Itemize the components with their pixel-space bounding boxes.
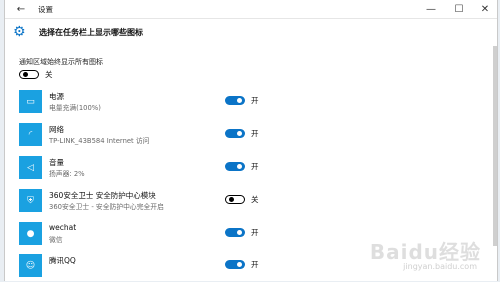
wechat-icon-glyph: ● xyxy=(26,228,35,239)
item-toggle[interactable] xyxy=(225,195,245,204)
item-name: 网络 xyxy=(49,125,64,134)
back-button[interactable]: ← xyxy=(9,0,33,18)
minimize-button[interactable]: — xyxy=(419,0,443,18)
toggle-knob xyxy=(237,131,242,136)
always-show-toggle-row[interactable]: 关 xyxy=(19,69,53,80)
close-icon: ✕ xyxy=(480,3,490,15)
item-toggle-row[interactable]: 开 xyxy=(225,259,259,270)
item-toggle[interactable] xyxy=(225,228,245,237)
always-show-toggle[interactable] xyxy=(19,70,39,79)
item-toggle[interactable] xyxy=(225,96,245,105)
item-name: 腾讯QQ xyxy=(49,256,76,265)
list-item: ◁ 音量扬声器: 2% 开 xyxy=(19,156,489,184)
gear-icon: ⚙ xyxy=(13,24,26,40)
item-subtitle: 电量充满(100%) xyxy=(49,104,101,112)
battery-icon: ▭ xyxy=(19,90,42,113)
toggle-knob xyxy=(23,72,28,77)
item-subtitle: 360安全卫士 - 安全防护中心完全开启 xyxy=(49,203,164,211)
item-toggle-row[interactable]: 关 xyxy=(225,194,259,205)
item-toggle-row[interactable]: 开 xyxy=(225,227,259,238)
close-button[interactable]: ✕ xyxy=(473,0,497,18)
always-show-state: 关 xyxy=(45,70,53,79)
scrollbar[interactable] xyxy=(493,46,497,246)
settings-window: ← 设置 — ☐ ✕ ⚙ 选择在任务栏上显示哪些图标 通知区域始终显示所有图标 … xyxy=(4,0,498,281)
watermark-logo: Baidu经验 xyxy=(369,240,481,264)
item-state-label: 开 xyxy=(251,129,259,138)
shield-360-icon-glyph: ⛨ xyxy=(27,195,34,206)
qq-icon: ☺ xyxy=(19,254,42,277)
item-toggle[interactable] xyxy=(225,129,245,138)
toggle-knob xyxy=(237,164,242,169)
page-title: 选择在任务栏上显示哪些图标 xyxy=(39,28,143,37)
qq-icon-glyph: ☺ xyxy=(25,260,36,271)
list-item: ▭ 电源电量充满(100%) 开 xyxy=(19,90,489,118)
item-state-label: 开 xyxy=(251,260,259,269)
page-header: ⚙ 选择在任务栏上显示哪些图标 xyxy=(5,18,497,46)
shield-360-icon: ⛨ xyxy=(19,189,42,212)
speaker-icon-glyph: ◁ xyxy=(27,162,34,173)
item-state-label: 开 xyxy=(251,96,259,105)
list-item: ◜ 网络 TP-LINK_43B584 Internet 访问 开 xyxy=(19,123,489,151)
item-toggle[interactable] xyxy=(225,162,245,171)
item-name: 音量 xyxy=(49,158,64,167)
title-bar: ← 设置 — ☐ ✕ xyxy=(5,0,497,19)
item-toggle-row[interactable]: 开 xyxy=(225,161,259,172)
wifi-icon: ◜ xyxy=(19,123,42,146)
item-state-label: 开 xyxy=(251,228,259,237)
window-title: 设置 xyxy=(38,5,53,14)
item-toggle[interactable] xyxy=(225,260,245,269)
item-name: 电源 xyxy=(49,92,64,101)
wechat-icon: ● xyxy=(19,222,42,245)
list-item: ⛨ 360安全卫士 安全防护中心模块 360安全卫士 - 安全防护中心完全开启 关 xyxy=(19,189,489,217)
item-toggle-row[interactable]: 开 xyxy=(225,95,259,106)
item-state-label: 关 xyxy=(251,195,259,204)
item-name: wechat xyxy=(49,223,77,232)
item-name: 360安全卫士 安全防护中心模块 xyxy=(49,191,156,200)
item-subtitle: 微信 xyxy=(49,236,63,244)
toggle-knob xyxy=(237,262,242,267)
watermark-url: jingyan.baidu.com xyxy=(403,262,477,271)
speaker-icon: ◁ xyxy=(19,156,42,179)
battery-icon-glyph: ▭ xyxy=(26,96,35,107)
item-toggle-row[interactable]: 开 xyxy=(225,128,259,139)
back-arrow-icon: ← xyxy=(16,3,26,15)
toggle-knob xyxy=(237,230,242,235)
maximize-icon: ☐ xyxy=(454,3,464,15)
item-subtitle: TP-LINK_43B584 Internet 访问 xyxy=(49,137,150,145)
toggle-knob xyxy=(229,197,234,202)
minimize-icon: — xyxy=(426,3,436,15)
wifi-icon-glyph: ◜ xyxy=(28,129,33,140)
item-subtitle: 扬声器: 2% xyxy=(49,170,85,178)
maximize-button[interactable]: ☐ xyxy=(447,0,471,18)
item-state-label: 开 xyxy=(251,162,259,171)
always-show-label: 通知区域始终显示所有图标 xyxy=(19,58,103,66)
toggle-knob xyxy=(237,98,242,103)
